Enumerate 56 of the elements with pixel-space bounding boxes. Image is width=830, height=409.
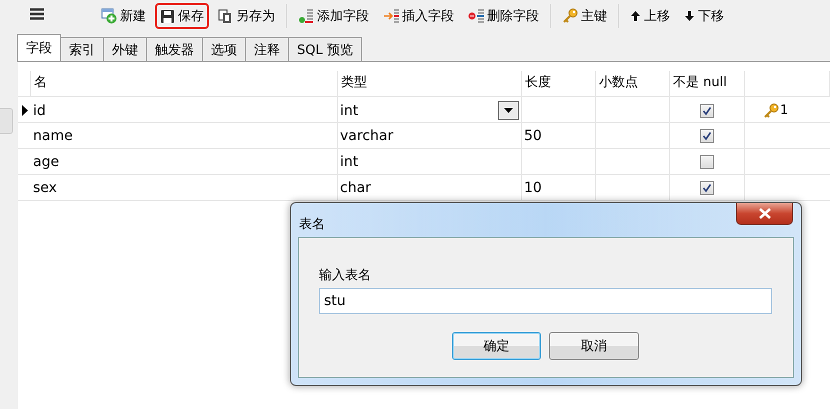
dialog-button[interactable]: 确定: [452, 332, 541, 360]
dropdown-button[interactable]: [498, 101, 519, 120]
table-cell: 10: [522, 175, 596, 200]
input-field[interactable]: stu: [319, 288, 772, 314]
toolbar-button[interactable]: 新建: [96, 3, 151, 29]
tab[interactable]: 字段: [17, 34, 61, 61]
new-table-icon: [101, 8, 117, 24]
table-cell: 50: [522, 123, 596, 148]
table-cell: sex: [31, 175, 338, 200]
toolbar-button[interactable]: 另存为: [213, 3, 280, 29]
checkbox[interactable]: [700, 128, 714, 142]
table-cell: varchar: [338, 123, 522, 148]
dialog-title: 表名: [299, 216, 325, 234]
table-cell: id: [31, 97, 338, 124]
toolbar-button[interactable]: 保存: [155, 3, 209, 29]
table-cell: name: [31, 123, 338, 148]
caret-icon: [504, 108, 513, 113]
table-cell: age: [31, 149, 338, 174]
side-panel-handle[interactable]: [0, 108, 13, 134]
column-header: 长度: [522, 71, 596, 96]
column-header: 小数点: [596, 71, 670, 96]
tab[interactable]: SQL 预览: [288, 37, 362, 61]
dialog-button[interactable]: 取消: [549, 332, 639, 360]
column-header: 不是 null: [670, 71, 745, 96]
tab[interactable]: 注释: [245, 37, 289, 61]
column-header: 名: [31, 71, 338, 96]
tab[interactable]: 索引: [60, 37, 104, 61]
toolbar-button[interactable]: 删除字段: [463, 3, 544, 29]
toolbar-button[interactable]: 主键: [557, 3, 612, 29]
field-label: 输入表名: [319, 267, 372, 284]
toolbar-button[interactable]: 插入字段: [378, 3, 459, 29]
key-icon: [562, 8, 578, 24]
delete-field-icon: [468, 8, 484, 24]
arrow-up-icon: [630, 10, 641, 22]
checkbox[interactable]: [700, 154, 714, 168]
menu-icon: [30, 8, 44, 20]
key-order: 1: [780, 103, 788, 118]
close-button[interactable]: [736, 203, 793, 225]
insert-field-icon: [383, 8, 399, 24]
checkbox[interactable]: [700, 180, 714, 194]
toolbar-button[interactable]: 上移: [625, 3, 675, 29]
table-cell: int: [338, 149, 522, 174]
add-field-icon: [298, 8, 314, 24]
arrow-down-icon: [684, 10, 695, 22]
tab[interactable]: 触发器: [146, 37, 203, 61]
copy-icon: [218, 8, 233, 24]
column-header: 类型: [338, 71, 522, 96]
toolbar-button[interactable]: 添加字段: [293, 3, 374, 29]
toolbar-button[interactable]: 下移: [679, 3, 729, 29]
key-icon: [763, 102, 779, 118]
close-icon: [758, 208, 770, 219]
table-cell: char: [338, 175, 522, 200]
tab[interactable]: 选项: [202, 37, 246, 61]
table-cell: int: [338, 97, 522, 124]
checkbox[interactable]: [700, 104, 714, 118]
tab[interactable]: 外键: [103, 37, 147, 61]
